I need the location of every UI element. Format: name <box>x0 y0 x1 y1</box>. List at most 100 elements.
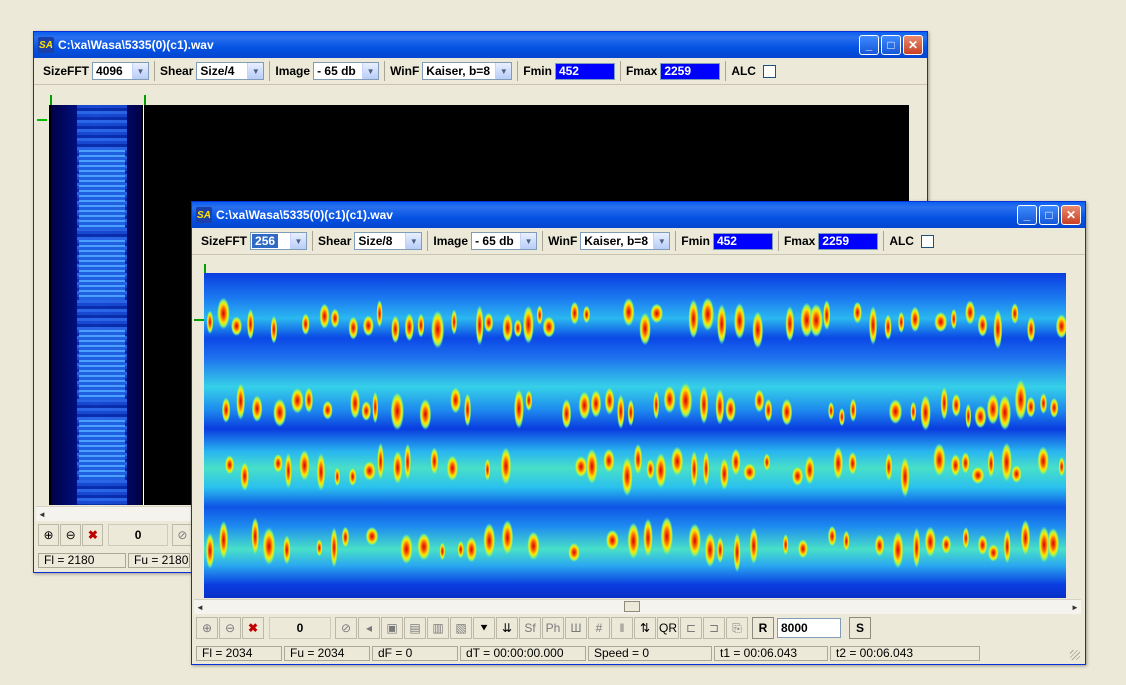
alc-checkbox[interactable] <box>762 64 776 78</box>
fmax-field[interactable]: 2259 <box>660 62 721 80</box>
frame-button[interactable]: ▣ <box>381 617 403 639</box>
scroll-left-icon[interactable]: ◄ <box>36 510 48 519</box>
winf-select[interactable]: Kaiser, b=8 ▼ <box>580 232 671 250</box>
alc-checkbox[interactable] <box>920 234 934 248</box>
hash-button[interactable]: # <box>588 617 610 639</box>
close-icon: ✕ <box>907 38 919 52</box>
maximize-button[interactable]: □ <box>1039 205 1059 225</box>
chevron-down-icon[interactable]: ▼ <box>132 63 149 79</box>
image-select[interactable]: - 65 db ▼ <box>471 232 538 250</box>
bars-button[interactable]: ‖ <box>611 617 633 639</box>
shear-value: Size/4 <box>200 64 235 78</box>
back-cursor-line[interactable] <box>143 105 144 505</box>
sound-button[interactable]: ◂ <box>358 617 380 639</box>
down-arrow-button[interactable]: ⯆ <box>473 617 495 639</box>
back-spectrogram-hot <box>79 420 125 480</box>
qr-button[interactable]: QR <box>657 617 679 639</box>
sf-button[interactable]: Sf <box>519 617 541 639</box>
sizefft-select[interactable]: 256 ▼ <box>250 232 308 250</box>
shear-select[interactable]: Size/4 ▼ <box>196 62 265 80</box>
zoom-in-button[interactable]: ⊕ <box>38 524 60 546</box>
fmin-field[interactable]: 452 <box>554 62 615 80</box>
delete-button[interactable]: ✖ <box>242 617 264 639</box>
chevron-down-icon[interactable]: ▼ <box>653 233 670 249</box>
front-window[interactable]: SA C:\xa\Wasa\5335(0)(c1)(c1).wav _ □ ✕ … <box>191 201 1086 665</box>
back-marker-right[interactable] <box>144 95 146 105</box>
sort-button[interactable]: ⇅ <box>634 617 656 639</box>
zoom-out-button[interactable]: ⊖ <box>219 617 241 639</box>
right-bracket-button[interactable]: ⊐ <box>703 617 725 639</box>
app-icon: SA <box>196 207 212 223</box>
resize-grip[interactable] <box>1070 650 1080 660</box>
merge-down-button[interactable]: ⇊ <box>496 617 518 639</box>
spectrogram-burst <box>316 538 323 557</box>
image-button[interactable]: ▧ <box>450 617 472 639</box>
paste-button[interactable]: ⎘ <box>726 617 748 639</box>
spectrogram-burst <box>627 398 635 427</box>
close-button[interactable]: ✕ <box>1061 205 1081 225</box>
chevron-down-icon[interactable]: ▼ <box>290 233 307 249</box>
winf-select[interactable]: Kaiser, b=8 ▼ <box>422 62 513 80</box>
maximize-button[interactable]: □ <box>881 35 901 55</box>
spectrogram-burst <box>932 442 946 478</box>
stop-button[interactable]: ⊘ <box>335 617 357 639</box>
s-button[interactable]: S <box>849 617 871 639</box>
zoom-in-button[interactable]: ⊕ <box>196 617 218 639</box>
sizefft-value: 256 <box>252 234 279 248</box>
spectrogram-burst <box>646 458 655 481</box>
spectrogram-burst <box>284 452 293 490</box>
image-select[interactable]: - 65 db ▼ <box>313 62 380 80</box>
stop-button[interactable]: ⊘ <box>171 524 193 546</box>
spectrogram-burst <box>502 313 513 343</box>
chevron-down-icon[interactable]: ▼ <box>362 63 379 79</box>
spectrogram-burst <box>377 442 385 481</box>
back-spectrogram-hot <box>79 240 125 300</box>
rate-input[interactable]: 8000 <box>777 618 841 638</box>
grid-button[interactable]: ▤ <box>404 617 426 639</box>
back-horizontal-scrollbar[interactable]: ◄ <box>36 506 192 521</box>
speaker-icon: ◂ <box>365 621 373 635</box>
front-horizontal-scrollbar[interactable]: ◄ ► <box>194 599 1081 614</box>
spectrogram-burst <box>416 532 431 561</box>
chevron-down-icon[interactable]: ▼ <box>247 63 264 79</box>
front-spectrogram[interactable] <box>204 273 1066 598</box>
comb-button[interactable]: Ш <box>565 617 587 639</box>
scroll-left-icon[interactable]: ◄ <box>194 603 206 612</box>
spectrogram-burst <box>1055 313 1066 339</box>
back-spectrogram-hot <box>79 150 125 230</box>
spectrogram-burst <box>742 462 757 482</box>
counter-display: 0 <box>108 524 168 546</box>
spectrogram-burst <box>391 314 400 344</box>
back-cursor-marker[interactable] <box>37 119 47 121</box>
left-bracket-button[interactable]: ⊏ <box>680 617 702 639</box>
delete-button[interactable]: ✖ <box>82 524 104 546</box>
winf-value: Kaiser, b=8 <box>584 234 648 248</box>
spectrogram-burst <box>670 446 684 477</box>
chevron-down-icon[interactable]: ▼ <box>405 233 422 249</box>
back-marker-left[interactable] <box>50 95 52 105</box>
front-window-titlebar[interactable]: SA C:\xa\Wasa\5335(0)(c1)(c1).wav _ □ ✕ <box>192 202 1085 228</box>
fmax-field[interactable]: 2259 <box>818 232 879 250</box>
minimize-button[interactable]: _ <box>859 35 879 55</box>
r-button[interactable]: R <box>752 617 774 639</box>
spectrogram-burst <box>752 310 764 349</box>
spectrogram-burst <box>430 446 439 476</box>
ph-button[interactable]: Ph <box>542 617 564 639</box>
minimize-button[interactable]: _ <box>1017 205 1037 225</box>
fmin-field[interactable]: 452 <box>712 232 773 250</box>
back-window-titlebar[interactable]: SA C:\xa\Wasa\5335(0)(c1).wav _ □ ✕ <box>34 32 927 58</box>
chevron-down-icon[interactable]: ▼ <box>495 63 512 79</box>
page-button[interactable]: ▥ <box>427 617 449 639</box>
shear-select[interactable]: Size/8 ▼ <box>354 232 423 250</box>
chevron-down-icon[interactable]: ▼ <box>520 233 537 249</box>
spectrogram-burst <box>251 394 263 423</box>
front-marker-left[interactable] <box>194 319 204 321</box>
zoom-out-button[interactable]: ⊖ <box>60 524 82 546</box>
spectrogram-burst <box>451 309 458 335</box>
close-button[interactable]: ✕ <box>903 35 923 55</box>
spectrogram-burst <box>688 523 702 559</box>
scroll-right-icon[interactable]: ► <box>1069 603 1081 612</box>
scroll-thumb[interactable] <box>624 601 640 612</box>
sizefft-select[interactable]: 4096 ▼ <box>92 62 150 80</box>
spectrogram-burst <box>951 393 961 418</box>
